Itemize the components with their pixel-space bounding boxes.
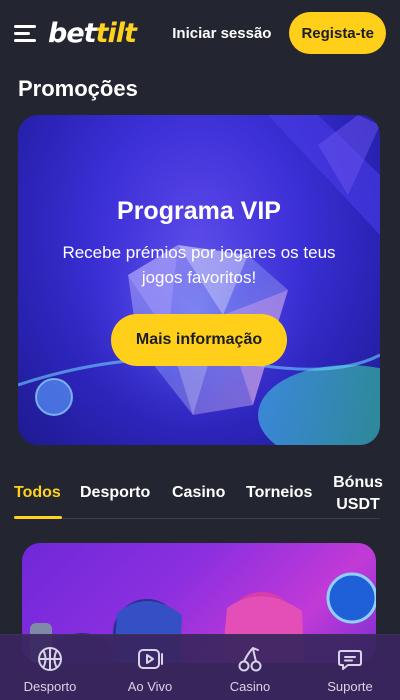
more-info-button[interactable]: Mais informação — [111, 314, 287, 366]
nav-label-ao-vivo: Ao Vivo — [127, 679, 173, 694]
tabs-divider — [14, 518, 380, 519]
tab-desporto[interactable]: Desporto — [80, 484, 150, 502]
live-video-icon — [138, 649, 163, 669]
nav-label-desporto: Desporto — [23, 679, 77, 694]
nav-desporto[interactable]: Desporto — [0, 635, 100, 700]
bottom-navigation: Desporto Ao Vivo Casino Suporte — [0, 634, 400, 700]
promotions-page: bet tilt Iniciar sessão Regista-te Promoç… — [0, 0, 400, 700]
vip-promo-banner[interactable]: Programa VIP Recebe prémios por jogares … — [18, 115, 380, 445]
nav-label-casino: Casino — [229, 679, 271, 694]
nav-ao-vivo[interactable]: Ao Vivo — [100, 635, 200, 700]
chat-support-icon — [338, 650, 362, 670]
nav-label-suporte: Suporte — [327, 679, 373, 694]
page-title: Promoções — [18, 76, 138, 101]
banner-title: Programa VIP — [117, 197, 281, 225]
tab-casino[interactable]: Casino — [172, 484, 225, 502]
nav-casino[interactable]: Casino — [200, 635, 300, 700]
active-tab-indicator — [14, 516, 62, 519]
nav-suporte[interactable]: Suporte — [300, 635, 400, 700]
cherries-icon — [238, 647, 262, 672]
tab-bonus-usdt[interactable]: Bónus USDT — [330, 472, 386, 516]
banner-subtitle: Recebe prémios por jogares os teus jogos… — [62, 243, 336, 287]
logo-text-bet: bet — [48, 17, 97, 49]
top-header: bet tilt Iniciar sessão Regista-te — [0, 0, 400, 66]
login-link[interactable]: Iniciar sessão — [172, 25, 271, 42]
bettilt-logo[interactable]: bet tilt — [48, 17, 137, 49]
tab-todos[interactable]: Todos — [14, 484, 61, 502]
tab-torneios[interactable]: Torneios — [246, 484, 312, 502]
basketball-icon — [38, 647, 62, 671]
register-button[interactable]: Regista-te — [289, 12, 386, 54]
promo-category-tabs: Todos Desporto Casino Torneios Bónus USD… — [0, 470, 400, 522]
hamburger-menu-icon[interactable] — [14, 24, 36, 42]
logo-text-tilt: tilt — [95, 17, 137, 49]
banner-content: Programa VIP Recebe prémios por jogares … — [18, 115, 380, 445]
